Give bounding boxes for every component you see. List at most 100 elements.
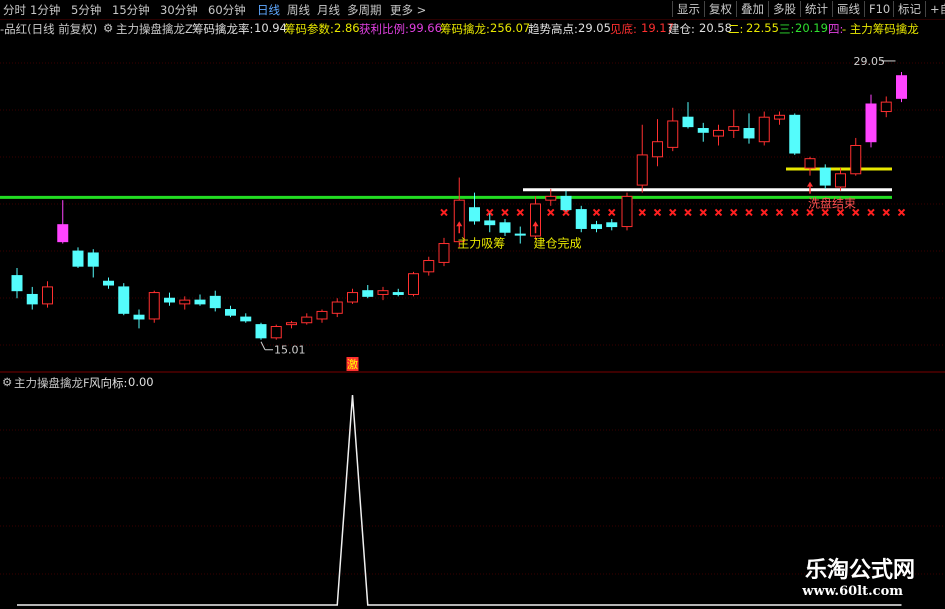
candle-body [667,120,679,148]
candle-body [423,260,435,273]
cross-mark [699,208,707,217]
candle [804,156,816,176]
candle [240,313,252,323]
candle [652,119,663,167]
sub-settings-icon[interactable]: ⚙ [2,375,12,389]
cross-mark [501,208,509,217]
candle [713,124,724,146]
cross-mark [608,208,616,217]
candle-body [575,209,587,229]
candle-body [469,207,480,222]
candle-body [270,326,282,339]
candle [636,124,648,193]
cross-mark [760,208,768,217]
candle-body [392,292,404,295]
candle-body [896,75,907,99]
candle-body [240,316,252,322]
candle-body [347,292,358,303]
candle [301,313,313,325]
candle [835,168,846,191]
candle-body [621,195,633,228]
sub-legend-value: 0.00 [128,375,154,389]
candle [42,281,53,308]
candle [545,188,557,206]
candle [423,256,435,276]
candle-body [682,116,694,128]
candle-body [591,224,602,229]
candle [514,226,526,244]
candle [164,292,175,306]
candle-body [103,280,114,286]
candle [133,309,145,329]
candle [408,271,419,297]
candle [758,111,770,146]
candle [255,322,267,340]
signal-annotation: 洗盘结束 [808,196,856,211]
candle-body [560,195,572,211]
candle [484,213,496,233]
cross-mark [882,208,890,217]
candle-body [484,220,496,226]
candle-body [758,116,770,143]
candle [575,205,587,233]
candle-body [789,114,801,154]
candle [209,290,221,312]
cross-mark [775,208,784,217]
candle-body [301,316,313,324]
candle [26,286,38,310]
candle [87,249,99,278]
candle-body [774,114,785,120]
candle-body [438,243,450,263]
candle-body [286,322,297,326]
candle-body [835,173,846,188]
candle [850,137,862,176]
candle [286,320,297,329]
candle-body [118,286,130,314]
candle-body [697,128,709,133]
candle [591,220,602,233]
candle-body [331,301,343,314]
low-arrow [260,341,273,351]
candle [896,71,907,103]
candle [148,290,160,323]
cross-mark [745,208,753,217]
candle [316,309,328,323]
candle [331,298,343,318]
sub-indicator-name[interactable]: 主力操盘擒龙F [14,375,90,391]
cross-mark [440,208,448,217]
low-price-label: 15.01 [274,344,306,357]
candle [347,288,358,304]
sub-legend-label: 风向标: [89,376,128,390]
candle-body [880,101,892,113]
kline-chart[interactable]: 29.05 15.01 主力吸筹 建仓完成 洗盘结束激 [0,0,945,609]
candle [225,305,236,318]
cross-mark [730,208,738,217]
candle [789,113,801,155]
candle [72,247,84,269]
cross-mark [653,208,662,217]
candle [560,190,572,212]
candle-body [133,314,145,320]
candle-body [11,275,23,292]
candle-body [362,290,374,297]
candle-body [164,297,175,303]
candle-body [743,128,755,139]
cross-mark [867,208,875,217]
candle [728,109,740,138]
cross-mark [638,208,646,217]
candle [530,196,541,240]
candle-body [804,158,816,169]
candle [667,107,679,152]
candle [11,268,23,299]
candle-body [408,273,419,295]
candle-body [316,310,328,320]
candlesticks [11,71,907,340]
candle-body [499,222,511,233]
cross-mark [516,208,524,217]
candle [743,113,755,144]
candle-body [87,252,99,267]
candle-body [865,103,877,143]
candle-body [606,222,618,228]
candle [621,192,633,231]
candle-body [850,144,862,175]
